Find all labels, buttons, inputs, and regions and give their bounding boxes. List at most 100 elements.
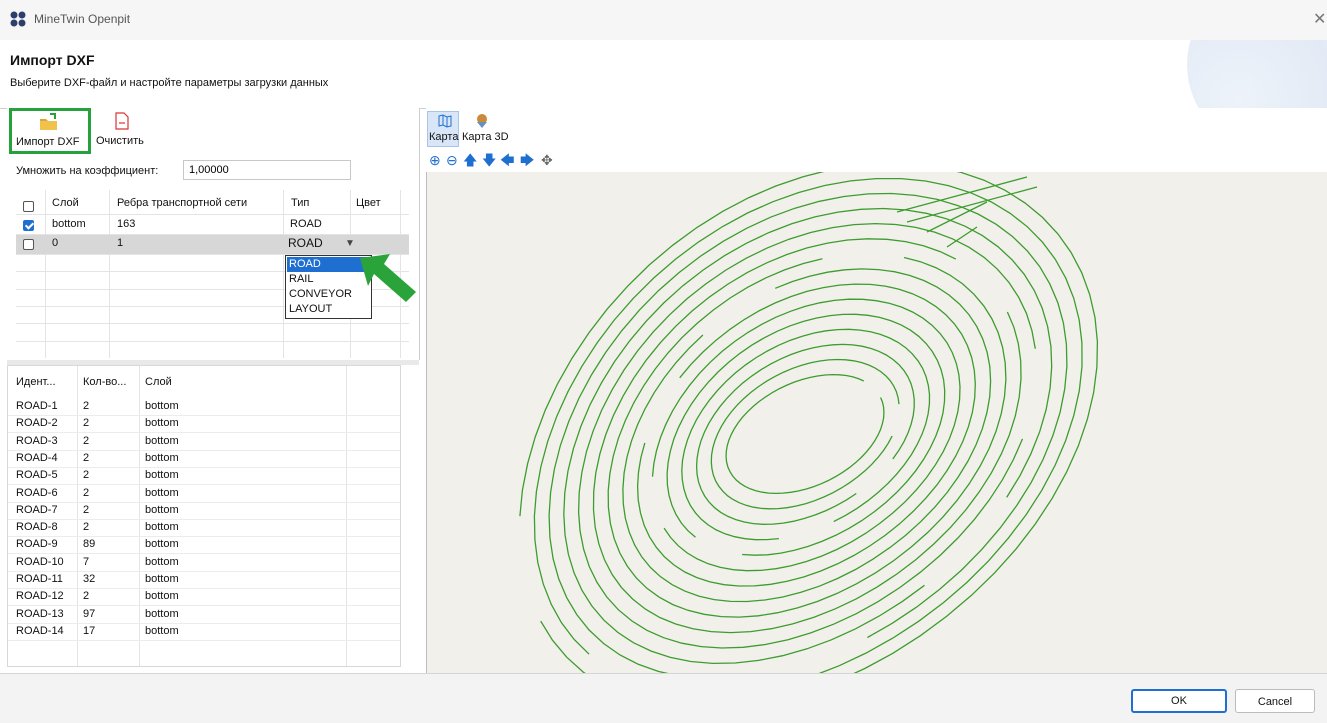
- column-header-count[interactable]: Кол-во...: [83, 376, 126, 388]
- table-row[interactable]: ROAD-9 89 bottom: [8, 536, 400, 555]
- column-header-edges[interactable]: Ребра транспортной сети: [117, 197, 247, 209]
- table-row[interactable]: ROAD-2 2 bottom: [8, 415, 400, 434]
- column-header-type[interactable]: Тип: [291, 197, 309, 209]
- ramp-line: [926, 201, 988, 233]
- pit-bench-line: [681, 328, 931, 541]
- layer-type[interactable]: ROAD: [290, 218, 322, 230]
- object-id: ROAD-1: [16, 400, 58, 412]
- object-id: ROAD-11: [16, 573, 63, 585]
- table-row[interactable]: ROAD-3 2 bottom: [8, 433, 400, 451]
- arrow-up-icon[interactable]: 🡅: [463, 152, 477, 168]
- import-dxf-button[interactable]: Импорт DXF: [9, 108, 91, 154]
- object-count: 2: [83, 434, 90, 447]
- clear-label: Очистить: [96, 135, 144, 147]
- object-layer: bottom: [145, 434, 179, 447]
- pit-bench-line: [533, 177, 1083, 673]
- object-layer: bottom: [145, 573, 179, 585]
- pit-bench-line: [548, 192, 1068, 673]
- table-row[interactable]: ROAD-11 32 bottom: [8, 571, 400, 589]
- table-row[interactable]: ROAD-10 7 bottom: [8, 554, 400, 572]
- object-id: ROAD-14: [16, 624, 64, 637]
- clear-button[interactable]: Очистить: [96, 110, 156, 150]
- table-row[interactable]: ROAD-1 2 bottom: [8, 398, 400, 416]
- zoom-in-icon[interactable]: ⊕: [429, 152, 441, 168]
- map-3d-icon: [477, 114, 487, 128]
- layer-name: bottom: [52, 218, 86, 230]
- object-layer: bottom: [145, 590, 179, 603]
- object-id: ROAD-12: [16, 590, 64, 603]
- row-checkbox-bottom[interactable]: [23, 220, 34, 231]
- table-row[interactable]: ROAD-5 2 bottom: [8, 467, 400, 486]
- object-count: 2: [83, 486, 90, 499]
- table-row[interactable]: ROAD-13 97 bottom: [8, 606, 400, 624]
- table-row[interactable]: ROAD-12 2 bottom: [8, 588, 400, 607]
- table-row[interactable]: ROAD-7 2 bottom: [8, 502, 400, 520]
- object-count: 2: [83, 400, 90, 412]
- object-count: 2: [83, 417, 90, 430]
- object-layer: bottom: [145, 417, 179, 430]
- object-count: 2: [83, 521, 90, 534]
- column-header-layer[interactable]: Слой: [145, 376, 172, 388]
- pan-icon[interactable]: ✥: [541, 152, 553, 168]
- table-row[interactable]: ROAD-8 2 bottom: [8, 519, 400, 538]
- dialog-title: Импорт DXF: [10, 52, 95, 68]
- title-bar: [0, 0, 1327, 40]
- cancel-button[interactable]: Cancel: [1235, 689, 1315, 713]
- object-layer: bottom: [145, 486, 179, 499]
- object-count: 97: [83, 607, 96, 620]
- folder-import-icon: [40, 113, 57, 130]
- app-title: MineTwin Openpit: [34, 12, 131, 26]
- clear-document-icon: [115, 112, 129, 130]
- object-id: ROAD-9: [16, 538, 58, 551]
- ok-button[interactable]: OK: [1131, 689, 1227, 713]
- table-row[interactable]: ROAD-6 2 bottom: [8, 485, 400, 503]
- object-id: ROAD-2: [16, 417, 58, 430]
- multiplier-label: Умножить на коэффициент:: [16, 165, 159, 177]
- pit-bench-line: [725, 373, 885, 495]
- object-count: 2: [83, 451, 90, 464]
- multiplier-input[interactable]: [183, 160, 351, 180]
- table-row[interactable]: ROAD-14 17 bottom: [8, 623, 400, 641]
- objects-table: Идент... Кол-во... Слой ROAD-1 2 bottom ROA…: [7, 365, 401, 667]
- column-header-layer[interactable]: Слой: [52, 197, 79, 209]
- object-id: ROAD-4: [16, 451, 58, 464]
- row-checkbox-0[interactable]: [23, 239, 34, 250]
- edges-count: 163: [117, 218, 136, 230]
- object-layer: bottom: [145, 607, 179, 620]
- object-id: ROAD-3: [16, 434, 58, 447]
- table-row[interactable]: ROAD-4 2 bottom: [8, 450, 400, 468]
- tab-map-3d-label[interactable]: Карта 3D: [462, 131, 509, 143]
- app-logo-icon: [10, 11, 26, 27]
- zoom-out-icon[interactable]: ⊖: [446, 152, 458, 168]
- object-id: ROAD-7: [16, 503, 58, 516]
- arrow-right-icon[interactable]: 🡆: [520, 152, 534, 168]
- pit-bench-line: [607, 256, 1007, 618]
- map-icon: [438, 114, 452, 128]
- dropdown-option-layout[interactable]: LAYOUT: [287, 302, 370, 317]
- layer-name: 0: [52, 237, 59, 249]
- column-header-color[interactable]: Цвет: [356, 197, 381, 209]
- select-all-checkbox[interactable]: [23, 201, 34, 212]
- type-select[interactable]: ROAD: [288, 236, 323, 250]
- object-layer: bottom: [145, 624, 179, 637]
- pit-roads-drawing: [519, 172, 1099, 673]
- tab-map-label[interactable]: Карта: [429, 131, 458, 143]
- close-icon[interactable]: ✕: [1313, 9, 1326, 29]
- object-layer: bottom: [145, 521, 179, 534]
- arrow-left-icon[interactable]: 🡄: [500, 152, 514, 168]
- object-layer: bottom: [145, 503, 179, 516]
- object-count: 7: [83, 555, 90, 568]
- pit-bench-line: [710, 358, 900, 510]
- object-id: ROAD-13: [16, 607, 64, 620]
- object-count: 2: [83, 469, 90, 482]
- header-decoration: [1187, 40, 1327, 108]
- dialog-subtitle: Выберите DXF-файл и настройте параметры …: [10, 77, 329, 89]
- chevron-down-icon[interactable]: ▼: [345, 238, 355, 249]
- map-toolbar: [426, 108, 1327, 172]
- object-id: ROAD-6: [16, 486, 58, 499]
- object-count: 17: [83, 624, 96, 637]
- arrow-down-icon[interactable]: 🡇: [482, 152, 496, 168]
- column-header-id[interactable]: Идент...: [16, 376, 56, 388]
- object-count: 2: [83, 590, 90, 603]
- object-count: 2: [83, 503, 90, 516]
